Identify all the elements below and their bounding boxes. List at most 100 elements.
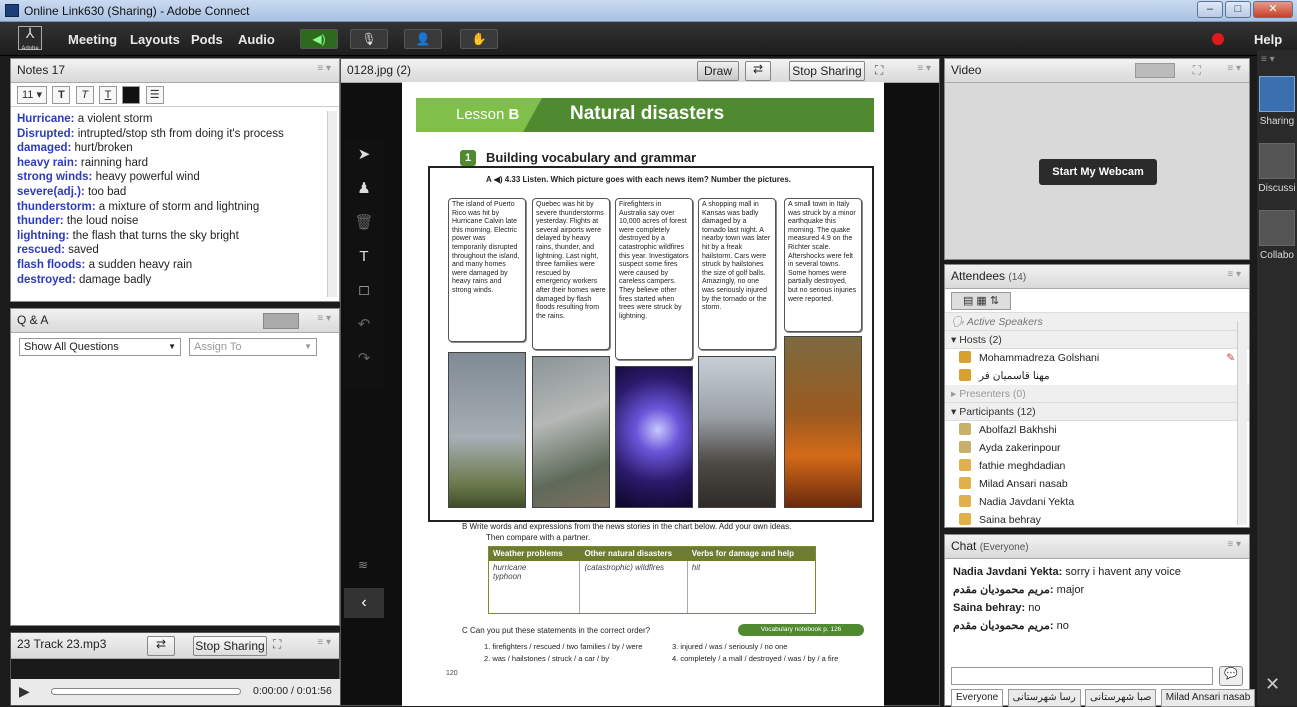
c-item-4: 4. completely / a mall / destroyed / was… — [672, 654, 839, 663]
attendee-row[interactable]: Ayda zakerinpour — [945, 439, 1249, 457]
chat-tab-private[interactable]: Milad Ansari nasab — [1160, 689, 1256, 707]
menu-audio[interactable]: Audio — [238, 32, 275, 47]
qa-pod-header: Q & A ≡ ▾ — [11, 309, 339, 333]
share-toggle-button[interactable]: ⇄ — [147, 636, 175, 656]
participant-icon — [959, 513, 971, 525]
attendees-scrollbar[interactable] — [1237, 321, 1247, 525]
draw-button[interactable]: Draw — [697, 61, 739, 81]
layout-sharing-icon[interactable] — [1259, 76, 1295, 112]
collapse-toolbar-icon[interactable]: ‹ — [344, 588, 384, 618]
share-toggle-button[interactable]: ⇄ — [745, 61, 771, 81]
layout-discussion-icon[interactable] — [1259, 143, 1295, 179]
chat-tab-private[interactable]: صبا شهرستانی — [1085, 689, 1157, 707]
send-chat-icon[interactable]: 💬 — [1219, 666, 1243, 686]
delete-tool-icon[interactable]: 🗑 — [344, 206, 384, 240]
qa-filter-select[interactable]: Show All Questions ▼ — [19, 338, 181, 356]
chat-tab-everyone[interactable]: Everyone — [951, 689, 1004, 707]
hosts-group[interactable]: ▾ Hosts (2) — [945, 331, 1249, 349]
recording-icon[interactable] — [1212, 33, 1224, 45]
chat-messages: Nadia Javdani Yekta: sorry i havent any … — [945, 559, 1249, 635]
pod-menu-icon[interactable]: ≡ ▾ — [917, 63, 931, 74]
pointer-tool-icon[interactable]: ➤ — [344, 138, 384, 172]
close-sidebar-icon[interactable]: ✕ — [1265, 674, 1280, 695]
instruction-c: C Can you put these statements in the co… — [462, 626, 651, 635]
play-icon[interactable]: ▶ — [19, 683, 30, 700]
presenters-group[interactable]: ▸ Presenters (0) — [945, 385, 1249, 403]
bold-button[interactable]: T — [52, 86, 71, 104]
chart-cell-3: hit — [691, 563, 701, 572]
pod-menu-icon[interactable]: ≡ ▾ — [317, 313, 331, 324]
chat-tab-private[interactable]: رسا شهرستانی — [1007, 689, 1081, 707]
pod-menu-icon[interactable]: ≡ ▾ — [317, 637, 331, 648]
italic-button[interactable]: T — [75, 86, 94, 104]
app-icon — [5, 4, 19, 17]
attendee-view-buttons[interactable]: ▤ ▦ ⇅ — [951, 292, 1011, 310]
highlighter-tool-icon[interactable]: ♟ — [344, 172, 384, 206]
track-progress-bar[interactable] — [51, 688, 241, 695]
attendee-row[interactable]: Saina behray — [945, 511, 1249, 529]
microphone-button[interactable]: 🎙 — [350, 29, 388, 49]
notes-text[interactable]: Hurricane: a violent storm Disrupted: int… — [11, 107, 339, 293]
redo-icon[interactable]: ↷ — [344, 342, 384, 376]
shape-tool-icon[interactable]: □ — [344, 274, 384, 308]
attendee-row[interactable]: Abolfazl Bakhshi — [945, 421, 1249, 439]
menu-meeting[interactable]: Meeting — [68, 32, 117, 47]
track-stop-sharing-button[interactable]: Stop Sharing — [193, 636, 267, 656]
minimize-button[interactable]: – — [1197, 1, 1223, 18]
track-pod-header: 23 Track 23.mp3 ⇄ Stop Sharing ⛶ ≡ ▾ — [11, 633, 339, 659]
attendee-row[interactable]: مهنا قاسمیان فر — [945, 367, 1249, 385]
lesson-heading: Natural disasters — [570, 103, 725, 124]
attendee-row[interactable]: Milad Ansari nasab — [945, 475, 1249, 493]
menu-layouts[interactable]: Layouts — [130, 32, 180, 47]
speaker-icon: 🗣 — [951, 316, 967, 328]
raise-hand-button[interactable]: ✋ — [460, 29, 498, 49]
pod-menu-icon[interactable]: ≡ ▾ — [1227, 269, 1241, 280]
participants-group[interactable]: ▾ Participants (12) — [945, 403, 1249, 421]
fullscreen-icon[interactable]: ⛶ — [1193, 63, 1201, 78]
layouts-sidebar: ≡ ▾ Sharing Discussi Collabo ✕ — [1257, 50, 1297, 706]
layout-collaboration-icon[interactable] — [1259, 210, 1295, 246]
chat-title: Chat — [951, 539, 977, 553]
sidebar-menu-icon[interactable]: ≡ ▾ — [1257, 50, 1297, 76]
font-size-select[interactable]: 11 ▾ — [17, 86, 47, 104]
attendee-row[interactable]: Nadia Javdani Yekta — [945, 493, 1249, 511]
pod-menu-icon[interactable]: ≡ ▾ — [317, 63, 331, 74]
text-tool-icon[interactable]: T — [344, 240, 384, 274]
menu-pods[interactable]: Pods — [191, 32, 223, 47]
stop-sharing-button[interactable]: Stop Sharing — [789, 61, 865, 81]
attendee-row[interactable]: fathie meghdadian — [945, 457, 1249, 475]
attendee-row[interactable]: Mohammadreza Golshani ✎ — [945, 349, 1249, 367]
speaker-button[interactable]: ◀) — [300, 29, 338, 49]
list-button[interactable]: ☰ — [145, 86, 164, 104]
layers-icon[interactable]: ≋ — [350, 558, 376, 578]
webcam-button[interactable]: 👤 — [404, 29, 442, 49]
qa-view-toggle[interactable] — [263, 313, 299, 329]
text-color-button[interactable] — [122, 86, 141, 104]
chat-message: Nadia Javdani Yekta: sorry i havent any … — [953, 566, 1181, 578]
notes-scrollbar[interactable] — [327, 111, 337, 297]
underline-button[interactable]: T — [99, 86, 118, 104]
close-button[interactable]: ✕ — [1253, 1, 1293, 18]
maximize-button[interactable]: □ — [1225, 1, 1251, 18]
share-pod-header: 0128.jpg (2) Draw ⇄ Stop Sharing ⛶ ≡ ▾ — [341, 59, 939, 83]
participant-icon — [959, 441, 971, 453]
note-line: thunderstorm: a mixture of storm and lig… — [17, 200, 260, 213]
note-line: thunder: the loud noise — [17, 215, 139, 228]
layout-label: Discussi — [1258, 183, 1296, 194]
track-time: 0:00:00 / 0:01:56 — [253, 685, 332, 697]
assign-to-select[interactable]: Assign To ▼ — [189, 338, 317, 356]
fullscreen-icon[interactable]: ⛶ — [273, 637, 281, 652]
undo-icon[interactable]: ↶ — [344, 308, 384, 342]
chat-message: مریم محمودیان مقدم: no — [953, 620, 1069, 632]
pod-menu-icon[interactable]: ≡ ▾ — [1227, 539, 1241, 550]
note-line: strong winds: heavy powerful wind — [17, 171, 200, 184]
pod-menu-icon[interactable]: ≡ ▾ — [1227, 63, 1241, 74]
audio-track-pod: 23 Track 23.mp3 ⇄ Stop Sharing ⛶ ≡ ▾ ▶ 0… — [10, 632, 341, 706]
chat-input[interactable] — [951, 667, 1213, 685]
menu-help[interactable]: Help — [1254, 32, 1282, 47]
video-layout-toggle[interactable] — [1135, 63, 1175, 78]
fullscreen-icon[interactable]: ⛶ — [875, 63, 883, 78]
note-line: severe(adj.): too bad — [17, 185, 127, 198]
earthquake-road-image — [698, 356, 776, 508]
start-webcam-button[interactable]: Start My Webcam — [1039, 159, 1157, 185]
